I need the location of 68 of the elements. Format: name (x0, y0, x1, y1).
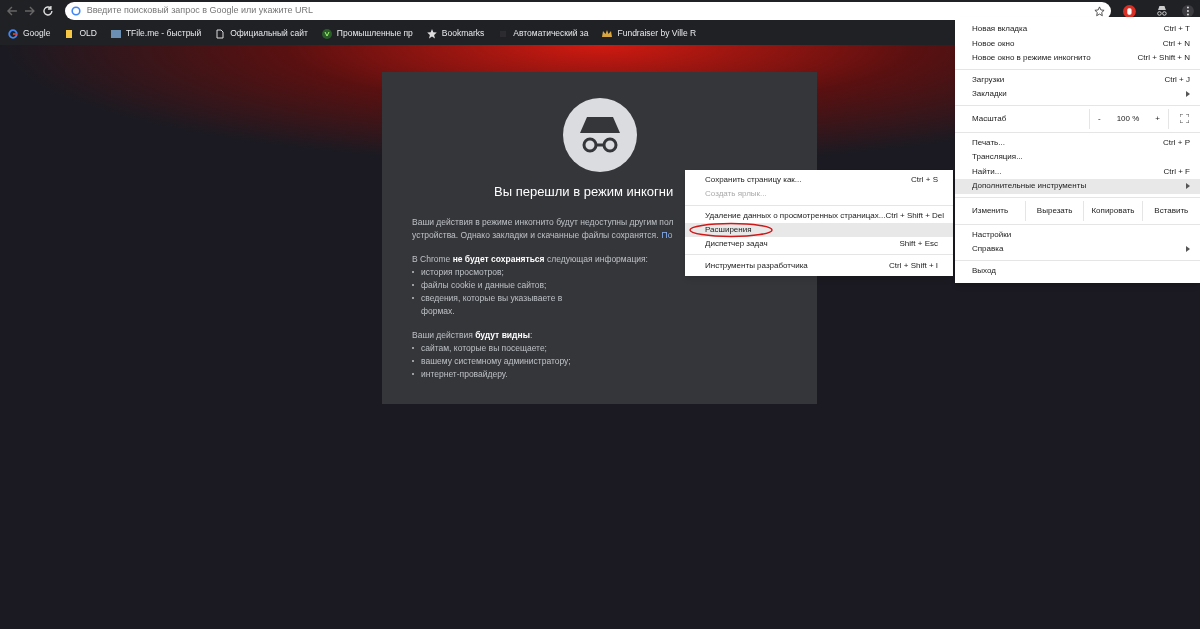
bookmark-icon (110, 28, 121, 39)
edit-button[interactable]: Вырезать (1025, 200, 1084, 221)
menu-item[interactable]: Дополнительные инструменты (955, 179, 1200, 194)
bookmark-icon (321, 28, 332, 39)
reload-icon[interactable] (41, 5, 54, 17)
bookmark-link[interactable]: Fundraiser by Ville R (617, 27, 697, 40)
edit-button[interactable]: Копировать (1083, 200, 1142, 221)
bookmark-icon (426, 28, 437, 39)
menu-item[interactable]: Печать... Ctrl + P (955, 135, 1200, 150)
zoom-out-button[interactable]: - (1098, 112, 1101, 125)
bookmark-link[interactable]: OLD (79, 27, 97, 40)
fullscreen-icon[interactable] (1180, 114, 1189, 123)
submenu-arrow-icon (1186, 91, 1190, 98)
menu-item[interactable]: Инструменты разработчика Ctrl + Shift + I (685, 258, 953, 273)
submenu-arrow-icon (1186, 183, 1190, 190)
list-item-text: интернет-провайдеру. (421, 367, 508, 381)
list-item-text: сведения, которые вы указываете в формах. (421, 291, 564, 318)
bookmark-link[interactable]: Официальный сайт (230, 27, 308, 40)
menu-icon[interactable] (1182, 4, 1194, 18)
intro-text: Ваши действия в режиме инкогнито будут недоступны другим пол (412, 215, 674, 229)
menu-item[interactable]: Настройки (955, 227, 1200, 242)
list-item-text: вашему системному администратору; (421, 354, 571, 368)
bookmark-link[interactable]: TFile.me - быстрый (125, 27, 202, 40)
section-heading: Ваши действия будут видны: (412, 328, 533, 342)
menu-item[interactable]: Удаление данных о просмотренных страницах...Ctrl + Shift + Del (685, 208, 953, 223)
list-item-text: история просмотров; (421, 265, 504, 279)
zoom-label: Масштаб (971, 112, 1008, 125)
intro-text: устройства. Однако закладки и скачанные файлы сохранятся. (412, 228, 659, 242)
menu-item[interactable]: Расширения (685, 222, 953, 238)
menu-item[interactable]: Загрузки Ctrl + J (955, 72, 1200, 87)
bookmark-link[interactable]: Google (23, 27, 51, 40)
menu-item[interactable]: Новое окно в режиме инкогнито Ctrl + Shift + N (955, 51, 1200, 66)
list-item-text: файлы cookie и данные сайтов; (421, 278, 547, 292)
section-heading: В Chrome не будет сохраняться следующая информация: (412, 252, 648, 266)
bookmark-icon (215, 28, 226, 39)
zoom-value: 100 % (1116, 112, 1140, 125)
address-bar[interactable]: Введите поисковый запрос в Google или укажите URL (64, 2, 1112, 20)
forward-icon[interactable] (23, 5, 36, 17)
menu-item[interactable]: Закладки (955, 87, 1200, 102)
menu-item[interactable]: Новое окно Ctrl + N (955, 36, 1200, 51)
menu-item[interactable]: Сохранить страницу как... Ctrl + S (685, 173, 953, 188)
zoom-in-button[interactable]: + (1155, 112, 1160, 125)
bookmark-link[interactable]: Bookmarks (441, 27, 485, 40)
bookmark-link[interactable]: Автоматический за (513, 27, 589, 40)
incognito-icon (562, 98, 637, 172)
page-title: Вы перешли в режим инкогни (494, 183, 674, 201)
edit-button[interactable]: Вставить (1141, 200, 1200, 221)
bookmark-icon (8, 28, 18, 39)
bookmark-icon (64, 28, 75, 39)
menu-item: Создать ярлык... (704, 188, 768, 201)
menu-item[interactable]: Новая вкладка Ctrl + T (955, 22, 1200, 37)
edit-label: Изменить (971, 204, 1010, 217)
menu-item[interactable]: Найти... Ctrl + F (955, 164, 1200, 179)
extension-icon[interactable] (1123, 4, 1137, 18)
bookmark-icon (602, 28, 613, 39)
incognito-icon[interactable] (1156, 5, 1169, 17)
back-icon[interactable] (6, 5, 18, 17)
list-item-text: сайтам, которые вы посещаете; (421, 341, 547, 355)
address-placeholder: Введите поисковый запрос в Google или укажите URL (86, 4, 313, 18)
star-icon[interactable] (1094, 5, 1106, 17)
bookmark-link[interactable]: Промышленные пр (336, 27, 413, 40)
menu-item[interactable]: Трансляция... (955, 150, 1200, 165)
submenu-arrow-icon (1186, 246, 1190, 253)
learn-more-link[interactable]: По (661, 228, 673, 242)
menu-item[interactable]: Диспетчер задач Shift + Esc (685, 237, 953, 252)
google-icon (70, 6, 81, 16)
menu-item[interactable]: Справка (955, 242, 1200, 257)
menu-item[interactable]: Выход (955, 263, 1200, 278)
